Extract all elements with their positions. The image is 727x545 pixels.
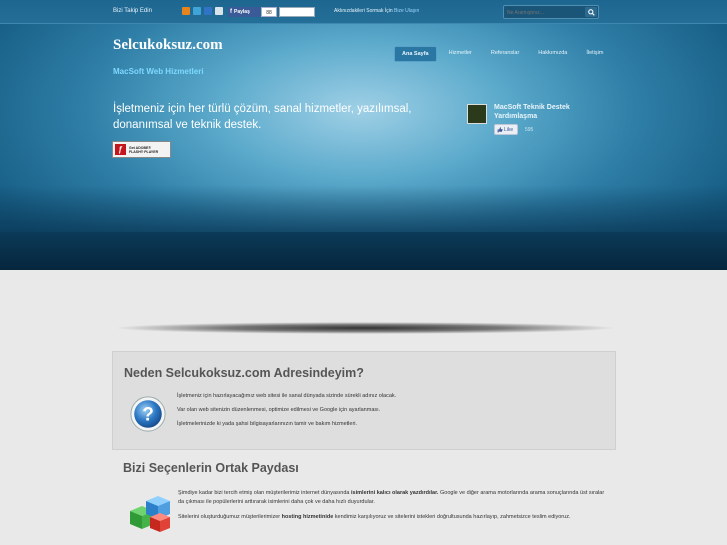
divider-shadow xyxy=(115,322,615,334)
main-nav: Ana Sayfa Hizmetler Referanslar Hakkımız… xyxy=(394,46,615,62)
common-section-title: Bizi Seçenlerin Ortak Paydası xyxy=(123,461,299,475)
search-input[interactable] xyxy=(507,8,585,17)
headline-line-2: donanımsal ve teknik destek. xyxy=(113,119,262,131)
why-section-title: Neden Selcukoksuz.com Adresindeyim? xyxy=(124,366,364,380)
search-box xyxy=(503,5,599,19)
social-icons xyxy=(182,7,223,15)
contact-link[interactable]: Bize Ulaşın xyxy=(394,8,419,14)
search-icon xyxy=(587,8,595,16)
rss-icon[interactable] xyxy=(182,7,190,15)
nav-home[interactable]: Ana Sayfa xyxy=(394,46,437,62)
p1-text-b: isimlerini kalıcı olarak yazdırdılar. xyxy=(351,490,439,496)
headline-line-1: İşletmeniz için her türlü çözüm, sanal h… xyxy=(113,103,412,115)
share-count: 88 xyxy=(261,7,277,17)
p2-text-a: Sitelerini oluşturduğumuz müşterilerimiz… xyxy=(178,514,282,520)
share-label: Paylaş xyxy=(234,9,250,15)
p2-text-c: kendimiz karşılıyoruz ve sitelerini iste… xyxy=(333,514,571,520)
nav-services[interactable]: Hizmetler xyxy=(442,46,479,62)
facebook-like-button[interactable]: Like xyxy=(494,124,518,135)
common-paragraph-1: Şimdiye kadar bizi tercih etmiş olan müş… xyxy=(178,489,608,507)
cubes-icon xyxy=(130,496,170,532)
common-section-text: Şimdiye kadar bizi tercih etmiş olan müş… xyxy=(178,489,608,528)
flash-text: Get ADOBE® FLASH® PLAYER xyxy=(129,146,158,154)
facebook-share-button[interactable]: f Paylaş xyxy=(228,7,260,17)
why-section: Neden Selcukoksuz.com Adresindeyim? ? İş… xyxy=(112,351,616,450)
digg-icon[interactable] xyxy=(215,7,223,15)
follow-label: Bizi Takip Edin xyxy=(113,8,152,14)
contact-message: Aklınızdakileri Sormak İçin Bize Ulaşın xyxy=(334,8,419,14)
hero-bottom-band xyxy=(0,232,727,270)
hero-banner: Bizi Takip Edin f Paylaş 88 Aklınızdakil… xyxy=(0,0,727,270)
why-list: İşletmeniz için hazırlayacağımız web sit… xyxy=(177,393,597,435)
thumbs-up-icon xyxy=(497,126,503,132)
facebook-page-card: MacSoft Teknik Destek Yardımlaşma Like 5… xyxy=(467,102,597,138)
common-paragraph-2: Sitelerini oluşturduğumuz müşterilerimiz… xyxy=(178,513,608,522)
facebook-icon: f xyxy=(230,9,232,15)
get-flash-player-badge[interactable]: ƒ Get ADOBE® FLASH® PLAYER xyxy=(112,141,171,158)
contact-message-text: Aklınızdakileri Sormak İçin xyxy=(334,8,393,14)
svg-text:?: ? xyxy=(142,405,154,426)
delicious-icon[interactable] xyxy=(204,7,212,15)
flash-text-line-2: FLASH® PLAYER xyxy=(129,149,159,154)
share-box xyxy=(279,7,315,17)
top-bar: Bizi Takip Edin f Paylaş 88 Aklınızdakil… xyxy=(0,0,727,24)
search-button[interactable] xyxy=(585,7,597,17)
p1-text-a: Şimdiye kadar bizi tercih etmiş olan müş… xyxy=(178,490,352,496)
question-icon: ? xyxy=(130,396,166,432)
facebook-page-thumbnail[interactable] xyxy=(467,104,487,124)
why-item: İşletmeniz için hazırlayacağımız web sit… xyxy=(177,393,397,399)
site-tagline: MacSoft Web Hizmetleri xyxy=(113,67,204,76)
hero-headline: İşletmeniz için her türlü çözüm, sanal h… xyxy=(113,101,413,133)
site-logo[interactable]: Selcukoksuz.com xyxy=(113,37,223,54)
like-count: 595 xyxy=(525,127,534,133)
p2-text-b: hosting hizmetinide xyxy=(281,514,334,520)
why-item: İşletmelerinizde ki yada şahsi bilgisaya… xyxy=(177,421,358,427)
facebook-page-name[interactable]: MacSoft Teknik Destek Yardımlaşma xyxy=(494,103,604,121)
nav-references[interactable]: Referanslar xyxy=(484,46,526,62)
flash-icon: ƒ xyxy=(115,144,126,155)
nav-about[interactable]: Hakkımızda xyxy=(531,46,574,62)
twitter-icon[interactable] xyxy=(193,7,201,15)
nav-contact[interactable]: İletişim xyxy=(579,46,610,62)
hero-fade xyxy=(0,185,727,235)
why-item: Var olan web sitenizin düzenlenmesi, opt… xyxy=(177,407,381,413)
like-label: Like xyxy=(504,126,514,133)
